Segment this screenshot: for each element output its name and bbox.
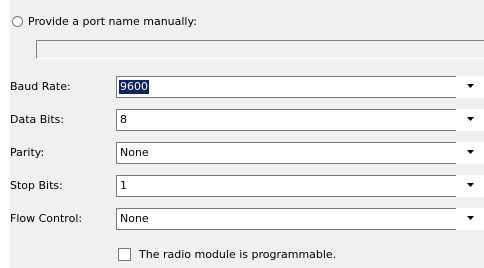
chevron-down-icon[interactable] [462,78,478,94]
port-name-option[interactable]: Provide a port name manually: [12,13,197,29]
stop-bits-value: 1 [120,179,127,192]
programmable-option[interactable]: The radio module is programmable. [118,246,336,262]
chevron-down-icon[interactable] [462,144,478,160]
stop-bits-dropdown[interactable]: 1 [116,175,484,197]
programmable-label: The radio module is programmable. [139,247,337,261]
parity-row: Parity: None [0,142,484,164]
parity-value: None [120,146,149,159]
data-bits-label: Data Bits: [10,113,65,126]
stop-bits-label: Stop Bits: [10,179,63,192]
data-bits-row: Data Bits: 8 [0,109,484,131]
flow-control-value: None [120,212,149,225]
data-bits-value: 8 [120,113,127,126]
parity-dropdown[interactable]: None [116,142,484,164]
flow-control-dropdown[interactable]: None [116,208,484,230]
flow-control-label: Flow Control: [10,212,83,225]
chevron-down-icon[interactable] [462,210,478,226]
port-name-radio-label: Provide a port name manually: [28,14,197,28]
port-name-radio[interactable] [12,15,23,27]
baud-rate-dropdown[interactable]: 9600 [116,76,484,98]
parity-label: Parity: [10,146,45,159]
baud-rate-value: 9600 [119,80,149,94]
programmable-checkbox[interactable] [118,247,131,261]
data-bits-dropdown[interactable]: 8 [116,109,484,131]
stop-bits-row: Stop Bits: 1 [0,175,484,197]
chevron-down-icon[interactable] [462,111,478,127]
port-name-field[interactable] [36,40,484,59]
baud-rate-label: Baud Rate: [10,80,71,93]
baud-rate-row: Baud Rate: 9600 [0,76,484,98]
flow-control-row: Flow Control: None [0,208,484,230]
chevron-down-icon[interactable] [462,177,478,193]
